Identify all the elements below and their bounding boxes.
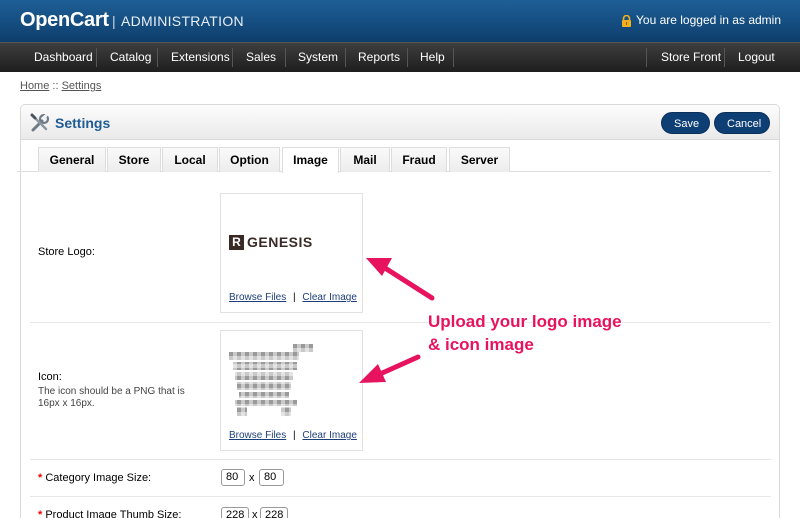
category-image-size-label: * Category Image Size: (38, 472, 151, 484)
menu-system[interactable]: System (285, 43, 351, 72)
store-logo-label: Store Logo: (38, 246, 95, 258)
browse-files-link[interactable]: Browse Files (229, 430, 286, 441)
breadcrumb-settings[interactable]: Settings (62, 80, 102, 92)
tab-local[interactable]: Local (162, 147, 218, 172)
tab-fraud[interactable]: Fraud (391, 147, 447, 172)
brand-logo[interactable]: OpenCart (20, 9, 109, 32)
brand-subtitle: ADMINISTRATION (121, 13, 244, 29)
store-logo-box: R GENESIS Browse Files | Clear Image (220, 193, 363, 313)
breadcrumb-home[interactable]: Home (20, 80, 49, 92)
row-divider (30, 496, 771, 497)
clear-image-link[interactable]: Clear Image (302, 430, 356, 441)
icon-label: Icon: (38, 371, 62, 383)
login-status: You are logged in as admin (621, 13, 781, 27)
product-thumb-size-label: * Product Image Thumb Size: (38, 509, 182, 518)
store-logo-image: R GENESIS (229, 234, 313, 250)
size-separator: x (252, 509, 258, 518)
breadcrumb: Home :: Settings (20, 80, 101, 92)
page-title: Settings (55, 115, 111, 131)
brand-separator: | (112, 13, 116, 29)
category-image-size-text: Category Image Size: (45, 472, 152, 484)
menu-store-front[interactable]: Store Front (648, 43, 734, 72)
annotation-line-2: & icon image (428, 335, 534, 354)
annotation-callout: Upload your logo image & icon image (428, 310, 622, 356)
menu-sales[interactable]: Sales (233, 43, 289, 72)
product-thumb-size-text: Product Image Thumb Size: (45, 509, 182, 518)
icon-actions: Browse Files | Clear Image (229, 430, 357, 441)
category-width-input[interactable]: 80 (221, 469, 245, 486)
category-height-input[interactable]: 80 (259, 469, 284, 486)
menu-divider (453, 48, 454, 67)
tab-store[interactable]: Store (107, 147, 161, 172)
lock-icon (621, 14, 632, 27)
menu-catalog[interactable]: Catalog (97, 43, 164, 72)
cancel-button[interactable]: Cancel (714, 112, 770, 134)
save-button[interactable]: Save (661, 112, 710, 134)
required-marker: * (38, 472, 43, 484)
panel-heading: Settings Save Cancel (21, 105, 779, 140)
store-logo-actions: Browse Files | Clear Image (229, 292, 357, 303)
tab-server[interactable]: Server (449, 147, 510, 172)
product-thumb-width-input[interactable]: 228 (221, 507, 249, 518)
product-thumb-height-input[interactable]: 228 (260, 507, 288, 518)
tab-general[interactable]: General (38, 147, 106, 172)
menu-divider (646, 48, 647, 67)
size-separator: x (249, 472, 255, 484)
tab-image[interactable]: Image (282, 147, 339, 173)
logo-text: GENESIS (247, 234, 313, 250)
main-menu: Dashboard Catalog Extensions Sales Syste… (0, 42, 800, 72)
annotation-line-1: Upload your logo image (428, 312, 622, 331)
logo-mark: R (229, 234, 244, 250)
breadcrumb-separator: :: (52, 80, 59, 92)
link-divider: | (293, 292, 296, 303)
menu-dashboard[interactable]: Dashboard (21, 43, 106, 72)
link-divider: | (293, 430, 296, 441)
menu-reports[interactable]: Reports (345, 43, 413, 72)
browse-files-link[interactable]: Browse Files (229, 292, 286, 303)
clear-image-link[interactable]: Clear Image (302, 292, 356, 303)
required-marker: * (38, 509, 43, 518)
tab-mail[interactable]: Mail (340, 147, 390, 172)
shopping-cart-icon (229, 344, 313, 419)
top-header: OpenCart | ADMINISTRATION You are logged… (0, 0, 800, 42)
menu-logout[interactable]: Logout (725, 43, 788, 72)
row-divider (30, 322, 771, 323)
login-status-text: You are logged in as admin (636, 13, 781, 27)
menu-help[interactable]: Help (407, 43, 458, 72)
row-divider (30, 459, 771, 460)
settings-icon (30, 113, 50, 133)
icon-box: Browse Files | Clear Image (220, 330, 363, 451)
tab-option[interactable]: Option (219, 147, 280, 172)
menu-extensions[interactable]: Extensions (158, 43, 243, 72)
icon-help-text: The icon should be a PNG that is 16px x … (38, 386, 185, 409)
